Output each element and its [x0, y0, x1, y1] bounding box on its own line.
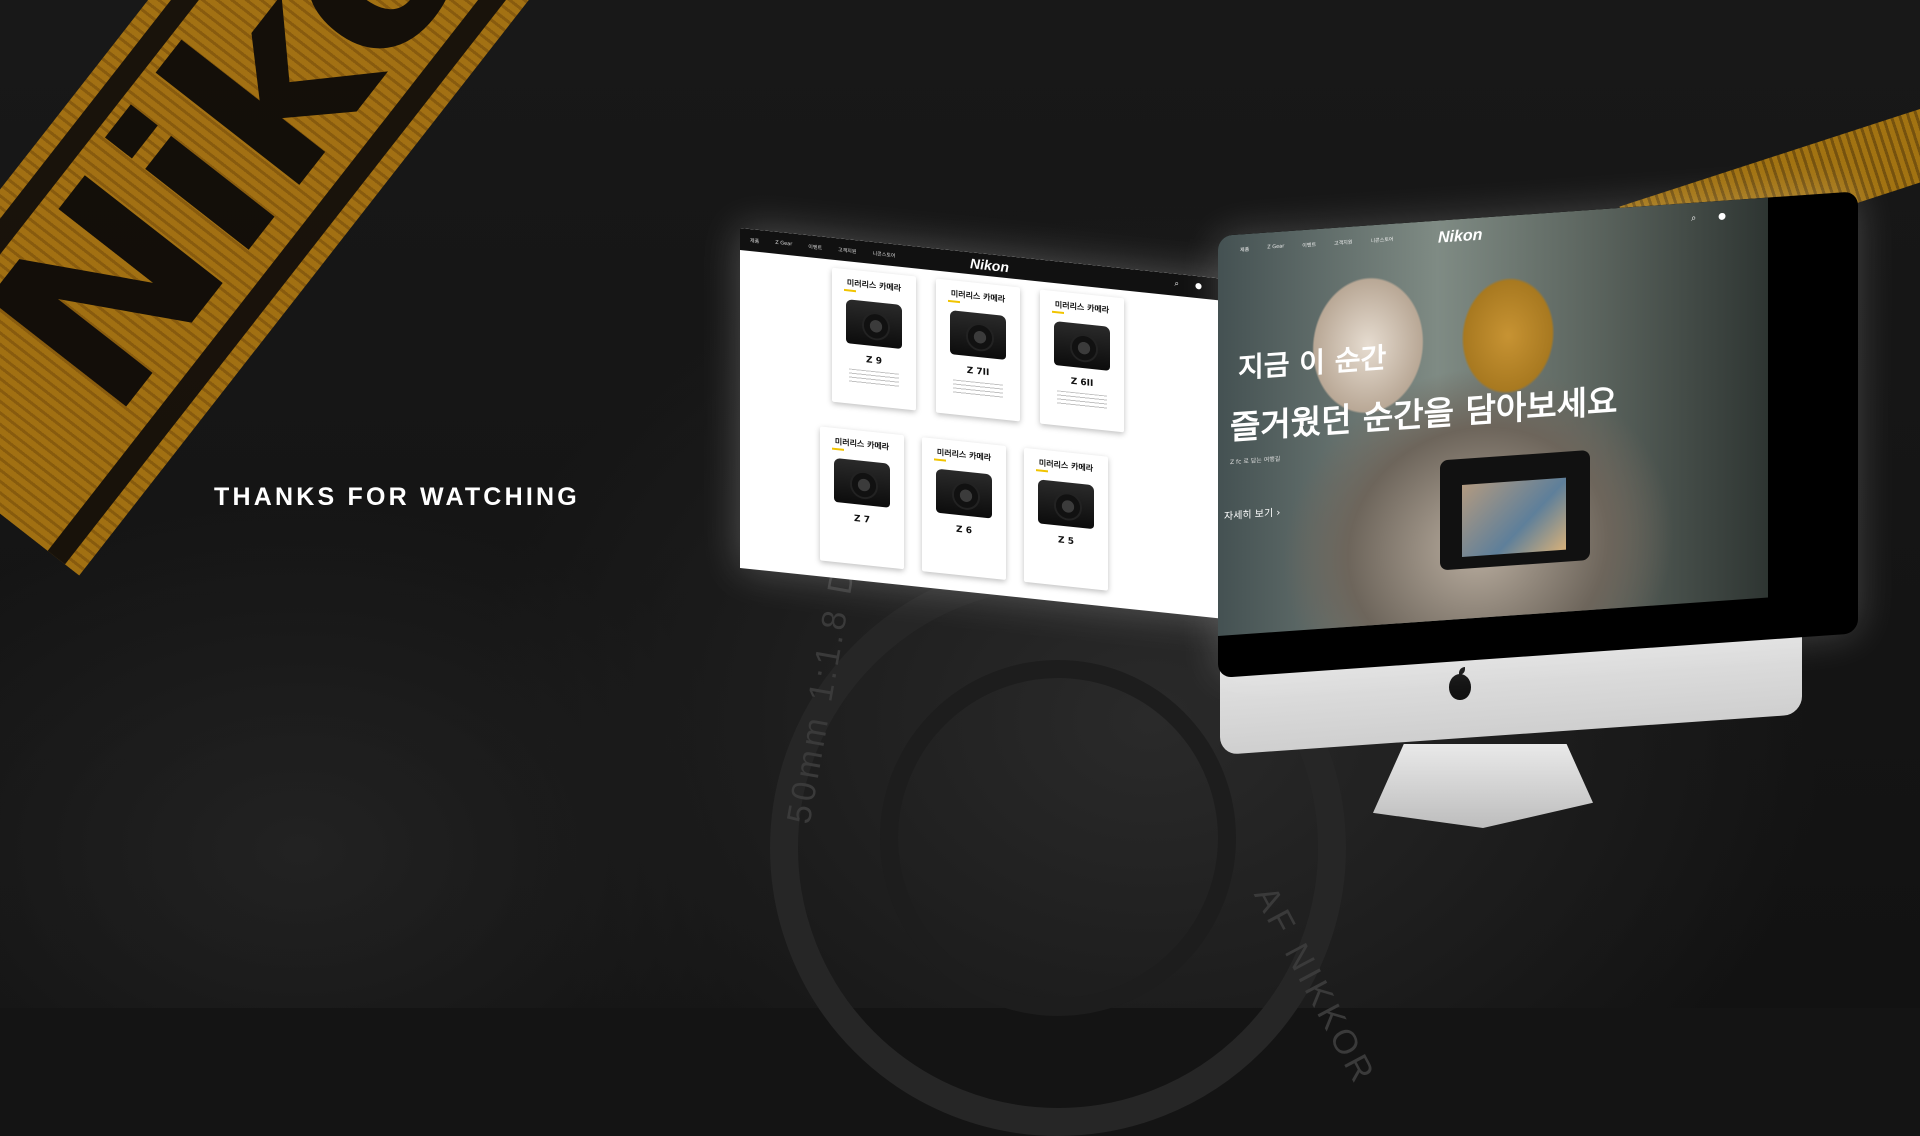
card-spec-lines	[849, 368, 899, 388]
card-category: 미러리스 카메라	[936, 447, 992, 463]
nav-item-products[interactable]: 제품	[1240, 245, 1249, 253]
nav-item-support[interactable]: 고객지원	[1334, 238, 1352, 246]
hero-subtitle: Z fc 로 담는 여행길	[1230, 455, 1281, 467]
learn-more-link[interactable]: 자세히 보기 ›	[1224, 504, 1280, 523]
user-icon[interactable]: ●	[1195, 281, 1218, 292]
card-spec-lines	[953, 379, 1003, 399]
camera-image	[936, 468, 992, 519]
camera-image	[846, 299, 902, 350]
product-card[interactable]: 미러리스 카메라 Z 5	[1024, 447, 1108, 591]
nav-item-products[interactable]: 제품	[750, 237, 759, 245]
card-accent	[1052, 310, 1064, 315]
search-icon[interactable]: ⌕	[1691, 212, 1718, 224]
camera-image	[1038, 479, 1094, 530]
product-card[interactable]: 미러리스 카메라 Z 7	[820, 426, 904, 570]
lens-inner-ring	[880, 660, 1236, 1016]
card-category: 미러리스 카메라	[1054, 300, 1110, 315]
card-model-name: Z 7	[854, 513, 870, 526]
camera-lcd-image	[1462, 477, 1566, 557]
card-spec-lines	[1057, 390, 1107, 410]
user-icon[interactable]: ●	[1718, 210, 1748, 222]
camera-image	[1054, 321, 1110, 371]
card-accent	[844, 288, 856, 293]
card-model-name: Z 9	[866, 355, 882, 367]
nav-item-store[interactable]: 니콘스토어	[1371, 235, 1394, 244]
product-card[interactable]: 미러리스 카메라 Z 6II	[1040, 289, 1124, 433]
product-card[interactable]: 미러리스 카메라 Z 7II	[936, 278, 1020, 422]
nav-item-event[interactable]: 이벤트	[1302, 241, 1316, 249]
card-category: 미러리스 카메라	[846, 278, 902, 293]
nav-icons: ⌕●	[1175, 279, 1218, 294]
nikon-logo[interactable]: Nikon	[970, 255, 1009, 275]
thanks-headline: THANKS FOR WATCHING	[214, 483, 580, 511]
card-category: 미러리스 카메라	[1038, 458, 1094, 474]
nav-item-zgear[interactable]: Z Gear	[1267, 243, 1284, 250]
card-accent	[948, 299, 960, 304]
card-model-name: Z 5	[1058, 535, 1074, 548]
camera-image	[834, 457, 890, 508]
nikon-logo[interactable]: Nikon	[1438, 227, 1482, 248]
card-accent	[1036, 469, 1048, 473]
nav-item-support[interactable]: 고객지원	[838, 246, 856, 255]
imac-screen: 제품 Z Gear 이벤트 고객지원 니콘스토어 Nikon ⌕● 지금 이 순…	[1218, 191, 1858, 679]
card-accent	[934, 458, 946, 462]
camera-in-hands-image	[1440, 449, 1590, 571]
apple-logo-icon	[1449, 667, 1471, 700]
product-card[interactable]: 미러리스 카메라 Z 6	[922, 437, 1006, 580]
nav-item-store[interactable]: 니콘스토어	[873, 249, 896, 258]
card-category: 미러리스 카메라	[950, 289, 1006, 304]
card-model-name: Z 6	[956, 524, 972, 537]
hero-banner: 제품 Z Gear 이벤트 고객지원 니콘스토어 Nikon ⌕● 지금 이 순…	[1218, 197, 1768, 636]
card-accent	[832, 447, 844, 451]
product-listing-page: 제품 Z Gear 이벤트 고객지원 니콘스토어 Nikon ⌕● 미러리스 카…	[740, 228, 1230, 620]
camera-image	[950, 310, 1006, 360]
card-model-name: Z 6II	[1070, 376, 1094, 390]
hero-title-line1: 지금 이 순간	[1238, 341, 1387, 385]
nav-item-zgear[interactable]: Z Gear	[775, 240, 792, 248]
card-model-name: Z 7II	[966, 365, 990, 379]
hero-title-line2: 즐거웠던 순간을 담아보세요	[1230, 381, 1618, 448]
card-category: 미러리스 카메라	[834, 436, 890, 452]
search-icon[interactable]: ⌕	[1175, 279, 1195, 290]
nav-item-event[interactable]: 이벤트	[808, 243, 822, 251]
product-card[interactable]: 미러리스 카메라 Z 9	[832, 267, 916, 411]
